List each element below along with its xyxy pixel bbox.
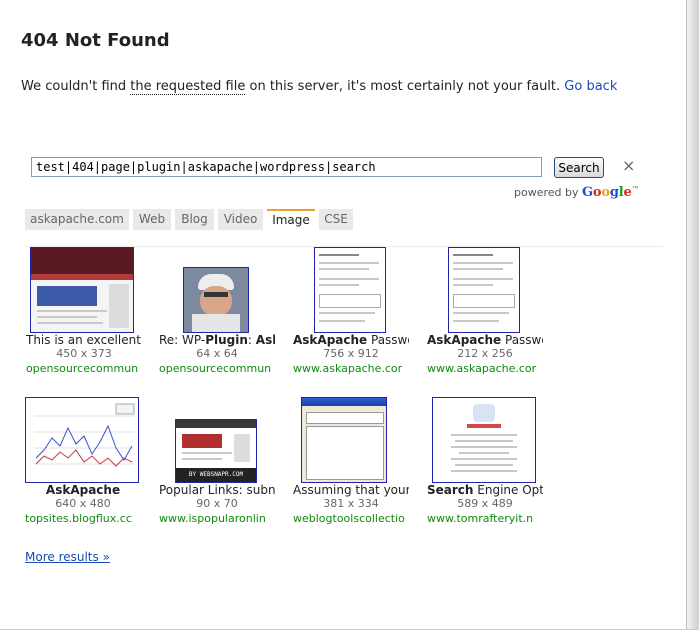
result-thumbnail[interactable] <box>314 247 386 333</box>
close-icon[interactable]: × <box>622 156 635 175</box>
error-message: We couldn't find the requested file on t… <box>21 79 617 95</box>
image-result[interactable]: Search Engine Opti 589 x 489 www.tomraft… <box>427 397 543 526</box>
result-title: Popular Links: subn <box>159 483 275 497</box>
result-title: Search Engine Opti <box>427 483 543 497</box>
result-dimensions: 64 x 64 <box>196 347 238 360</box>
result-dimensions: 756 x 912 <box>323 347 379 360</box>
result-url[interactable]: www.askapache.cor <box>427 361 543 376</box>
google-logo: Google <box>582 185 632 200</box>
page-title: 404 Not Found <box>21 30 170 51</box>
image-result[interactable]: AskApache Passwo 756 x 912 www.askapache… <box>293 247 409 376</box>
result-url[interactable]: weblogtoolscollectio <box>293 511 409 526</box>
result-title: This is an excellent <box>26 333 141 347</box>
result-dimensions: 90 x 70 <box>196 497 238 510</box>
result-url[interactable]: www.ispopularonlin <box>159 511 275 526</box>
line-chart-thumbnail-icon <box>26 398 138 482</box>
image-result[interactable]: This is an excellent 450 x 373 opensourc… <box>26 247 142 376</box>
tab-web[interactable]: Web <box>133 209 171 230</box>
result-dimensions: 640 x 480 <box>55 497 111 510</box>
go-back-link[interactable]: Go back <box>564 79 617 94</box>
result-url[interactable]: topsites.blogflux.cc <box>25 511 141 526</box>
more-results-link[interactable]: More results » <box>25 550 110 564</box>
result-url[interactable]: opensourcecommun <box>26 361 142 376</box>
result-thumbnail[interactable] <box>25 397 139 483</box>
message-after: on this server, it's most certainly not … <box>245 79 561 94</box>
powered-by-label: powered by <box>514 186 579 199</box>
result-title: AskApache <box>45 483 121 497</box>
result-title: AskApache Passwo <box>293 333 409 347</box>
result-thumbnail[interactable] <box>301 397 387 483</box>
result-thumbnail[interactable]: BY WEBSNAPR.COM <box>175 419 257 483</box>
result-url[interactable]: opensourcecommun <box>159 361 275 376</box>
result-thumbnail[interactable] <box>30 247 134 333</box>
image-result[interactable]: Assuming that your 381 x 334 weblogtools… <box>293 397 409 526</box>
powered-by-google: powered by Google™ <box>514 185 640 200</box>
image-result[interactable]: AskApache 640 x 480 topsites.blogflux.cc <box>25 397 141 526</box>
result-url[interactable]: www.tomrafteryit.n <box>427 511 543 526</box>
result-dimensions: 381 x 334 <box>323 497 379 510</box>
message-before: We couldn't find <box>21 79 131 94</box>
trademark-symbol: ™ <box>631 185 640 194</box>
result-dimensions: 212 x 256 <box>457 347 513 360</box>
tab-cse[interactable]: CSE <box>319 209 353 230</box>
result-thumbnail[interactable] <box>183 267 249 333</box>
search-button[interactable]: Search <box>554 157 604 178</box>
window-frame-right <box>686 0 699 630</box>
result-dimensions: 589 x 489 <box>457 497 513 510</box>
result-title: Assuming that your <box>293 483 409 497</box>
result-title: AskApache Passwo <box>427 333 543 347</box>
tab-blog[interactable]: Blog <box>175 209 214 230</box>
image-result[interactable]: AskApache Passwo 212 x 256 www.askapache… <box>427 247 543 376</box>
websnapr-watermark: BY WEBSNAPR.COM <box>176 468 256 482</box>
result-dimensions: 450 x 373 <box>56 347 112 360</box>
result-url[interactable]: www.askapache.cor <box>293 361 409 376</box>
tab-image[interactable]: Image <box>267 209 315 230</box>
image-result[interactable]: Re: WP-Plugin: Ask 64 x 64 opensourcecom… <box>159 247 275 376</box>
tab-video[interactable]: Video <box>218 209 263 230</box>
result-thumbnail[interactable] <box>432 397 536 483</box>
result-title: Re: WP-Plugin: Ask <box>159 333 275 347</box>
search-input[interactable] <box>31 157 542 177</box>
image-result[interactable]: BY WEBSNAPR.COM Popular Links: subn 90 x… <box>159 397 275 526</box>
tab-askapache[interactable]: askapache.com <box>25 209 129 230</box>
result-thumbnail[interactable] <box>448 247 520 333</box>
requested-file-abbr: the requested file <box>130 79 246 95</box>
